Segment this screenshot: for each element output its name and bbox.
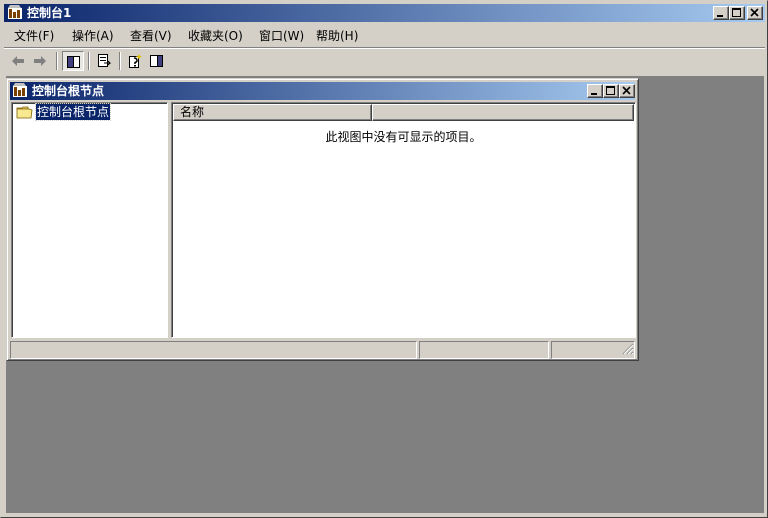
maximize-button[interactable] bbox=[729, 6, 745, 20]
toolbar-separator bbox=[88, 52, 90, 70]
status-bar bbox=[10, 341, 635, 359]
column-header-name[interactable]: 名称 bbox=[173, 104, 372, 121]
child-title-bar[interactable]: 控制台根节点 bbox=[10, 82, 635, 100]
window-title: 控制台1 bbox=[27, 6, 72, 20]
menu-favorites[interactable]: 收藏夹(O) bbox=[188, 28, 243, 45]
toolbar bbox=[4, 49, 765, 73]
child-window-title: 控制台根节点 bbox=[32, 84, 105, 98]
close-icon bbox=[622, 86, 631, 95]
mmc-console-icon bbox=[12, 83, 28, 102]
status-cell-2 bbox=[419, 341, 549, 359]
back-button[interactable] bbox=[7, 51, 29, 71]
menu-help[interactable]: 帮助(H) bbox=[316, 28, 358, 45]
mmc-console-icon bbox=[7, 5, 23, 21]
child-close-button[interactable] bbox=[619, 84, 635, 98]
menu-view[interactable]: 查看(V) bbox=[130, 28, 172, 45]
show-hide-tree-icon bbox=[67, 56, 80, 68]
minimize-icon bbox=[717, 15, 723, 17]
empty-list-message: 此视图中没有可显示的项目。 bbox=[325, 130, 482, 144]
console-root-window: 控制台根节点 控制台根节点 名称 此视图中没有可显示的项目。 bbox=[6, 78, 639, 361]
minimize-button[interactable] bbox=[713, 6, 729, 20]
menu-action[interactable]: 操作(A) bbox=[72, 28, 114, 45]
main-window: 控制台1 文件(F) 操作(A) 查看(V) 收藏夹(O) 窗口(W) 帮助(H… bbox=[0, 0, 768, 518]
show-hide-action-pane-icon bbox=[150, 55, 163, 67]
forward-button[interactable] bbox=[29, 51, 51, 71]
column-header-blank[interactable] bbox=[372, 104, 634, 121]
help-button[interactable] bbox=[124, 51, 146, 71]
maximize-icon bbox=[606, 86, 615, 95]
status-cell-main bbox=[10, 341, 417, 359]
show-hide-action-pane-button[interactable] bbox=[146, 51, 168, 71]
export-list-icon bbox=[98, 54, 112, 67]
folder-icon bbox=[16, 104, 34, 123]
child-maximize-button[interactable] bbox=[603, 84, 619, 98]
tree-pane[interactable]: 控制台根节点 bbox=[11, 102, 168, 338]
menu-file[interactable]: 文件(F) bbox=[14, 28, 54, 45]
child-minimize-button[interactable] bbox=[587, 84, 603, 98]
menu-bar: 文件(F) 操作(A) 查看(V) 收藏夹(O) 窗口(W) 帮助(H) bbox=[4, 25, 765, 47]
toolbar-separator bbox=[56, 52, 58, 70]
minimize-icon bbox=[591, 93, 597, 95]
close-button[interactable] bbox=[747, 6, 763, 20]
help-icon bbox=[129, 54, 142, 68]
resize-grip-icon[interactable] bbox=[622, 343, 634, 358]
show-hide-tree-button[interactable] bbox=[62, 51, 84, 71]
result-list-pane[interactable]: 名称 此视图中没有可显示的项目。 bbox=[171, 102, 636, 338]
menu-window[interactable]: 窗口(W) bbox=[259, 28, 304, 45]
title-bar[interactable]: 控制台1 bbox=[4, 4, 765, 22]
tree-node-label: 控制台根节点 bbox=[34, 103, 112, 121]
back-arrow-icon bbox=[12, 56, 24, 66]
close-icon bbox=[750, 8, 759, 17]
toolbar-separator bbox=[119, 52, 121, 70]
maximize-icon bbox=[732, 8, 741, 17]
forward-arrow-icon bbox=[34, 56, 46, 66]
export-list-button[interactable] bbox=[93, 51, 115, 71]
